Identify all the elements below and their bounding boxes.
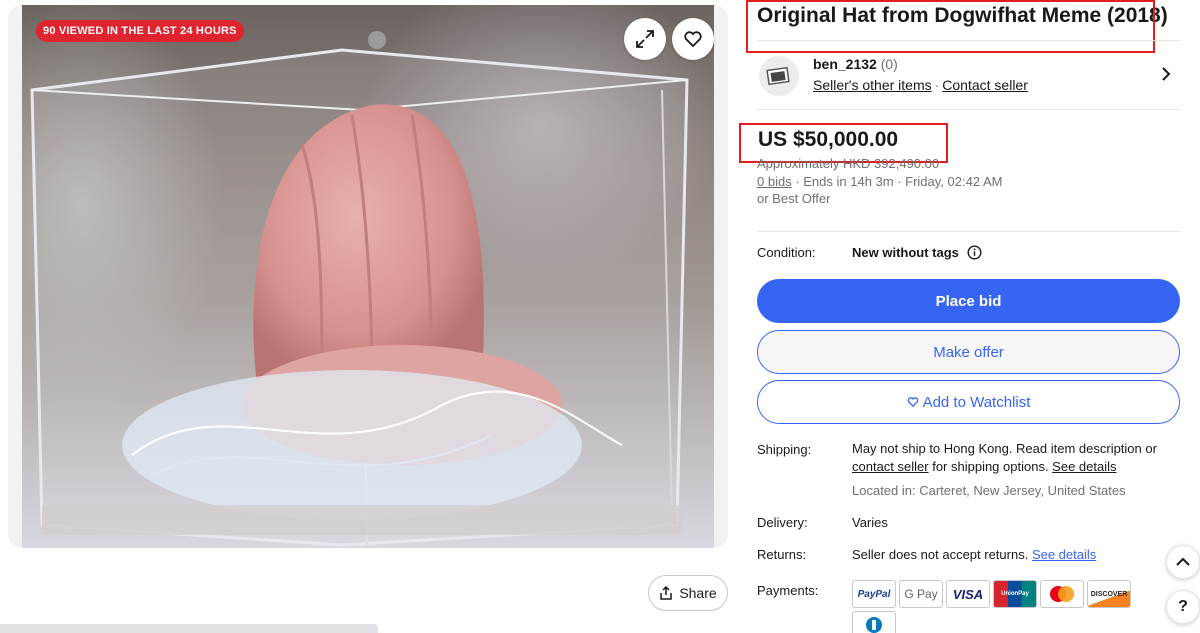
payment-methods: PayPal G Pay VISA UnionPay DISCOVER [852, 580, 1131, 608]
seller-avatar[interactable] [759, 56, 799, 96]
place-bid-button[interactable]: Place bid [757, 279, 1180, 323]
shipping-label: Shipping: [757, 442, 812, 457]
expand-button[interactable] [624, 18, 666, 60]
mastercard-logo [1040, 580, 1084, 608]
condition-value: New without tags [852, 245, 982, 260]
seller-other-items-link[interactable]: Seller's other items [813, 77, 932, 93]
seller-links: Seller's other items · Contact seller [813, 77, 1028, 93]
bid-info: 0 bids · Ends in 14h 3m · Friday, 02:42 … [757, 174, 1002, 189]
expand-icon [636, 30, 654, 48]
seller-username[interactable]: ben_2132 [813, 56, 877, 72]
seller-name[interactable]: ben_2132 (0) [813, 56, 898, 72]
returns-see-details-link[interactable]: See details [1032, 547, 1096, 562]
divider [757, 109, 1180, 110]
condition-label: Condition: [757, 245, 816, 260]
product-photo[interactable]: 90 VIEWED IN THE LAST 24 HOURS [22, 5, 714, 548]
watch-heart-button[interactable] [672, 18, 714, 60]
delivery-label: Delivery: [757, 515, 808, 530]
image-gallery: 90 VIEWED IN THE LAST 24 HOURS [8, 5, 728, 548]
shipping-contact-seller-link[interactable]: contact seller [852, 459, 929, 474]
image-placeholder-icon [766, 66, 790, 86]
divider [757, 231, 1180, 232]
chevron-up-icon [1176, 557, 1190, 566]
bids-link[interactable]: 0 bids [757, 174, 792, 189]
share-icon [660, 586, 673, 600]
listing-page: 90 VIEWED IN THE LAST 24 HOURS Share Ori… [0, 0, 1200, 633]
make-offer-button[interactable]: Make offer [757, 330, 1180, 374]
payments-label: Payments: [757, 583, 819, 598]
chevron-right-icon[interactable] [1158, 66, 1174, 82]
discover-logo: DISCOVER [1087, 580, 1131, 608]
title-highlight-box [746, 0, 1155, 53]
returns-text: Seller does not accept returns. [852, 547, 1032, 562]
diners-club-icon [866, 617, 882, 633]
add-to-watchlist-button[interactable]: Add to Watchlist [757, 380, 1180, 424]
google-pay-logo: G Pay [899, 580, 943, 608]
paypal-logo: PayPal [852, 580, 896, 608]
shipping-text-2: for shipping options. [928, 459, 1053, 474]
shipping-text: May not ship to Hong Kong. Read item des… [852, 441, 1157, 456]
share-label: Share [679, 585, 717, 601]
diners-club-logo [852, 611, 896, 633]
heart-icon [684, 31, 702, 48]
seller-feedback-score: (0) [880, 56, 898, 72]
auction-end-time: · Ends in 14h 3m · Friday, 02:42 AM [791, 174, 1003, 189]
watchlist-label: Add to Watchlist [922, 393, 1031, 411]
unionpay-logo: UnionPay [993, 580, 1037, 608]
condition-text: New without tags [852, 245, 959, 260]
returns-value: Seller does not accept returns. See deta… [852, 547, 1096, 562]
heart-icon [907, 397, 918, 408]
approx-price: Approximately HKD 392,490.00 [757, 156, 940, 171]
viewed-badge: 90 VIEWED IN THE LAST 24 HOURS [36, 20, 244, 42]
shipping-see-details-link[interactable]: See details [1052, 459, 1116, 474]
contact-seller-link[interactable]: Contact seller [942, 77, 1028, 93]
delivery-value: Varies [852, 515, 888, 530]
mastercard-icon [1050, 586, 1074, 602]
item-location: Located in: Carteret, New Jersey, United… [852, 483, 1126, 498]
browser-status-bar [0, 624, 378, 633]
divider [757, 40, 1180, 41]
best-offer-note: or Best Offer [757, 191, 831, 206]
visa-logo: VISA [946, 580, 990, 608]
info-icon[interactable] [967, 245, 982, 260]
hat-illustration [30, 31, 689, 547]
shipping-info: May not ship to Hong Kong. Read item des… [852, 440, 1172, 476]
help-button[interactable]: ? [1166, 590, 1200, 624]
returns-label: Returns: [757, 547, 807, 562]
scroll-to-top-button[interactable] [1166, 545, 1200, 579]
share-button[interactable]: Share [648, 575, 728, 611]
